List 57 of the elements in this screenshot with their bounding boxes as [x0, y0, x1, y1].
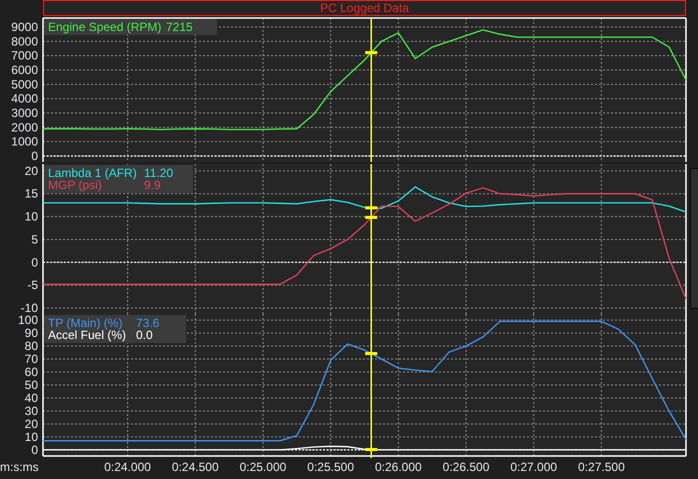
x-axis-label: 0:25.500 — [307, 460, 354, 474]
cursor-marker — [365, 352, 378, 356]
y-axis-label: 20 — [24, 416, 38, 431]
y-axis-label: 50 — [24, 378, 38, 392]
y-axis-label: -10 — [20, 301, 38, 314]
y-axis-label: 5000 — [11, 77, 38, 92]
scrollbar[interactable] — [690, 168, 698, 309]
cursor-line[interactable] — [370, 164, 372, 314]
y-axis-label: 0 — [31, 148, 38, 162]
y-axis-label: 30 — [24, 404, 38, 418]
cursor-marker — [365, 448, 378, 451]
legend-value: 0.0 — [136, 328, 153, 342]
x-axis-label: 0:25.000 — [240, 460, 286, 474]
x-axis-label: 0:24.000 — [104, 460, 151, 474]
y-axis-label: 2000 — [11, 120, 38, 134]
x-axis-title: m:s:ms — [0, 460, 39, 474]
legend-label: TP (Main) (%) — [48, 316, 122, 330]
x-axis-label: 0:26.000 — [374, 460, 422, 474]
legend-label: Lambda 1 (AFR) — [48, 166, 137, 180]
y-axis-label: 0 — [31, 255, 38, 270]
cursor-line[interactable] — [370, 18, 372, 162]
window-title: PC Logged Data — [43, 0, 686, 16]
legend-value: 11.20 — [144, 166, 174, 180]
x-axis-label: 0:24.500 — [172, 460, 219, 474]
y-axis-label: 80 — [24, 339, 38, 354]
y-axis-label: 9000 — [11, 20, 38, 34]
y-axis-label: 90 — [24, 326, 38, 340]
y-axis-label: 0 — [31, 442, 38, 457]
y-axis-label: 40 — [24, 390, 38, 405]
cursor-marker — [365, 216, 378, 219]
y-axis-label: 10 — [24, 210, 38, 224]
y-axis-label: 15 — [24, 186, 38, 201]
legend-label: MGP (psi) — [48, 178, 102, 192]
y-axis-label: 60 — [24, 365, 38, 380]
legend-value: 9.9 — [144, 178, 161, 192]
y-axis-label: 1000 — [11, 134, 38, 149]
y-axis-label: 70 — [24, 352, 38, 366]
x-axis-label: 0:26.500 — [442, 460, 490, 474]
y-axis-label: 100 — [18, 314, 38, 328]
y-axis-label: 3000 — [11, 106, 38, 120]
y-axis-label: 7000 — [11, 48, 38, 63]
y-axis-label: 10 — [24, 430, 38, 444]
cursor-marker — [365, 206, 378, 210]
cursor-marker — [365, 51, 378, 54]
cursor-line[interactable] — [370, 314, 372, 458]
legend-value: 7215 — [166, 20, 193, 34]
y-axis-label: 4000 — [11, 92, 38, 106]
legend-label: Engine Speed (RPM) — [48, 20, 162, 34]
y-axis-label: 5 — [31, 232, 38, 246]
x-axis-label: 0:27.000 — [510, 460, 558, 474]
y-axis-label: 20 — [24, 164, 38, 178]
y-axis-label: -5 — [27, 278, 38, 292]
x-axis-label: 0:27.500 — [578, 460, 625, 474]
y-axis-label: 8000 — [11, 34, 38, 48]
legend-label: Accel Fuel (%) — [48, 328, 126, 342]
y-axis-label: 6000 — [11, 63, 38, 77]
legend-value: 73.6 — [136, 316, 160, 330]
